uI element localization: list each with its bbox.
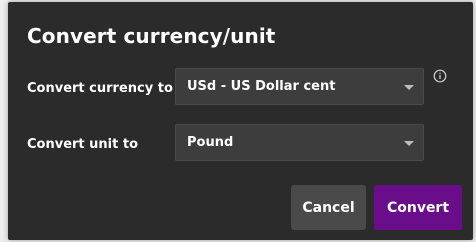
info-icon[interactable]: [433, 69, 447, 83]
unit-select-value: Pound: [187, 135, 234, 150]
currency-select[interactable]: USd - US Dollar cent: [175, 68, 424, 105]
chevron-down-icon: [404, 141, 414, 146]
dialog-title: Convert currency/unit: [27, 24, 276, 48]
currency-select-value: USd - US Dollar cent: [187, 79, 336, 94]
convert-unit-label: Convert unit to: [27, 137, 139, 152]
convert-button[interactable]: Convert: [374, 185, 462, 230]
cancel-button[interactable]: Cancel: [291, 185, 366, 230]
convert-dialog: Convert currency/unit Convert currency t…: [8, 2, 473, 240]
chevron-down-icon: [404, 85, 414, 90]
convert-currency-label: Convert currency to: [27, 81, 173, 96]
unit-select[interactable]: Pound: [175, 124, 424, 161]
